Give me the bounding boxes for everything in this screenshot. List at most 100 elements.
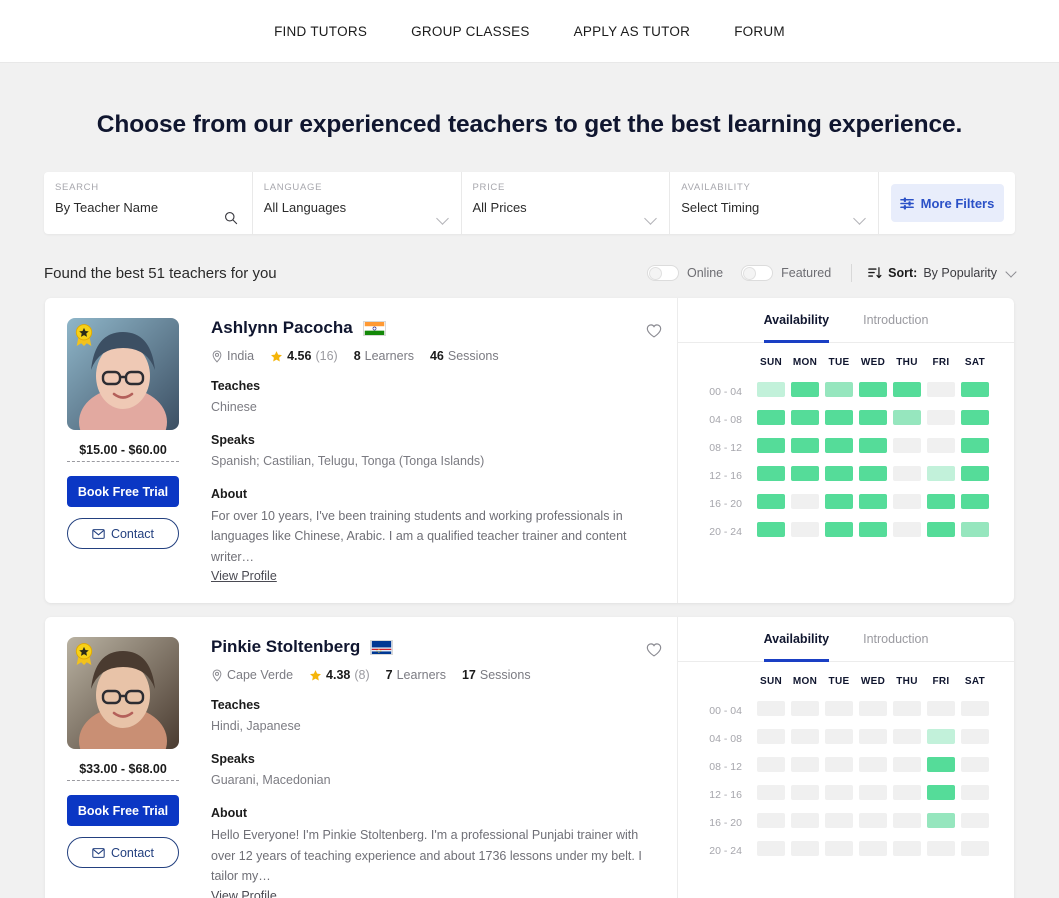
availability-cell[interactable] (890, 406, 924, 434)
availability-slot[interactable] (757, 813, 785, 829)
availability-slot[interactable] (791, 729, 819, 745)
availability-cell[interactable] (788, 837, 822, 865)
availability-cell[interactable] (890, 518, 924, 546)
availability-slot[interactable] (927, 494, 955, 509)
availability-slot[interactable] (757, 522, 785, 537)
availability-cell[interactable] (754, 753, 788, 781)
price-filter-value[interactable]: All Prices (473, 200, 656, 215)
availability-cell[interactable] (754, 725, 788, 753)
availability-slot[interactable] (825, 757, 853, 773)
availability-cell[interactable] (924, 781, 958, 809)
availability-cell[interactable] (754, 490, 788, 518)
availability-cell[interactable] (924, 809, 958, 837)
availability-slot[interactable] (859, 522, 887, 537)
availability-cell[interactable] (890, 697, 924, 725)
availability-slot[interactable] (859, 841, 887, 857)
availability-slot[interactable] (927, 785, 955, 801)
availability-cell[interactable] (788, 490, 822, 518)
favorite-button[interactable] (645, 322, 663, 340)
availability-slot[interactable] (825, 701, 853, 717)
availability-slot[interactable] (893, 841, 921, 857)
availability-slot[interactable] (927, 466, 955, 481)
availability-cell[interactable] (754, 406, 788, 434)
availability-slot[interactable] (859, 757, 887, 773)
availability-slot[interactable] (825, 785, 853, 801)
availability-cell[interactable] (822, 434, 856, 462)
availability-slot[interactable] (757, 841, 785, 857)
availability-cell[interactable] (856, 406, 890, 434)
availability-cell[interactable] (754, 378, 788, 406)
availability-cell[interactable] (890, 490, 924, 518)
availability-slot[interactable] (757, 729, 785, 745)
availability-cell[interactable] (890, 753, 924, 781)
availability-filter[interactable]: AVAILABILITY Select Timing (670, 172, 879, 234)
availability-cell[interactable] (788, 753, 822, 781)
availability-cell[interactable] (754, 697, 788, 725)
view-profile-link[interactable]: View Profile (211, 569, 277, 583)
availability-slot[interactable] (961, 522, 989, 537)
availability-cell[interactable] (890, 837, 924, 865)
availability-cell[interactable] (754, 518, 788, 546)
availability-cell[interactable] (958, 809, 992, 837)
availability-slot[interactable] (825, 813, 853, 829)
availability-slot[interactable] (757, 438, 785, 453)
availability-cell[interactable] (822, 753, 856, 781)
availability-slot[interactable] (893, 701, 921, 717)
availability-slot[interactable] (791, 841, 819, 857)
availability-cell[interactable] (924, 697, 958, 725)
availability-cell[interactable] (958, 462, 992, 490)
avatar[interactable] (67, 637, 179, 750)
availability-cell[interactable] (856, 697, 890, 725)
availability-cell[interactable] (958, 518, 992, 546)
availability-slot[interactable] (893, 494, 921, 509)
availability-cell[interactable] (822, 490, 856, 518)
availability-cell[interactable] (788, 518, 822, 546)
availability-cell[interactable] (822, 518, 856, 546)
availability-cell[interactable] (958, 697, 992, 725)
availability-cell[interactable] (890, 725, 924, 753)
availability-cell[interactable] (822, 725, 856, 753)
availability-cell[interactable] (958, 837, 992, 865)
availability-cell[interactable] (754, 462, 788, 490)
availability-slot[interactable] (791, 522, 819, 537)
availability-slot[interactable] (927, 841, 955, 857)
more-filters-button[interactable]: More Filters (890, 184, 1004, 222)
availability-slot[interactable] (825, 438, 853, 453)
availability-slot[interactable] (893, 757, 921, 773)
search-icon[interactable] (224, 211, 238, 225)
availability-cell[interactable] (822, 809, 856, 837)
availability-slot[interactable] (791, 757, 819, 773)
availability-cell[interactable] (890, 378, 924, 406)
availability-cell[interactable] (924, 434, 958, 462)
availability-slot[interactable] (927, 438, 955, 453)
availability-slot[interactable] (961, 466, 989, 481)
availability-slot[interactable] (859, 785, 887, 801)
availability-slot[interactable] (927, 410, 955, 425)
availability-cell[interactable] (856, 378, 890, 406)
favorite-button[interactable] (645, 641, 663, 659)
availability-slot[interactable] (961, 729, 989, 745)
availability-slot[interactable] (893, 729, 921, 745)
favorite-heart-icon[interactable] (645, 641, 663, 659)
price-filter[interactable]: PRICE All Prices (462, 172, 671, 234)
availability-slot[interactable] (961, 813, 989, 829)
availability-cell[interactable] (856, 753, 890, 781)
availability-filter-value[interactable]: Select Timing (681, 200, 864, 215)
availability-slot[interactable] (859, 382, 887, 397)
availability-cell[interactable] (856, 781, 890, 809)
availability-slot[interactable] (927, 382, 955, 397)
availability-cell[interactable] (924, 462, 958, 490)
availability-slot[interactable] (825, 841, 853, 857)
availability-cell[interactable] (788, 697, 822, 725)
availability-cell[interactable] (856, 518, 890, 546)
availability-slot[interactable] (791, 701, 819, 717)
availability-cell[interactable] (958, 434, 992, 462)
availability-cell[interactable] (856, 490, 890, 518)
availability-slot[interactable] (757, 785, 785, 801)
availability-cell[interactable] (890, 462, 924, 490)
language-filter[interactable]: LANGUAGE All Languages (253, 172, 462, 234)
availability-cell[interactable] (924, 753, 958, 781)
availability-slot[interactable] (859, 410, 887, 425)
availability-slot[interactable] (961, 757, 989, 773)
availability-slot[interactable] (825, 522, 853, 537)
